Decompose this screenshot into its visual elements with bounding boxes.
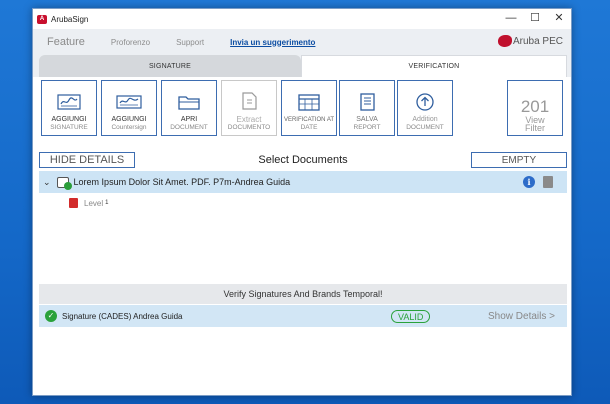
verification-date-label: VERIFICATION AT [283, 117, 335, 123]
extract-sublabel: DOCUMENTO [227, 124, 271, 131]
chevron-down-icon[interactable]: ⌄ [43, 177, 51, 188]
menu-bar: Feature Proforenzo Support Invia un sugg… [33, 29, 571, 55]
document-list: ⌄ Lorem Ipsum Dolor Sit Amet. PDF. P7m-A… [39, 171, 567, 273]
toolbar: AGGIUNGI SIGNATURE AGGIUNGI Countersign … [33, 77, 571, 141]
report-icon [360, 93, 375, 111]
countersign-label: AGGIUNGI [111, 116, 147, 123]
details-bar: HIDE DETAILS Select Documents EMPTY [39, 151, 567, 169]
extract-label: Extract [236, 115, 262, 124]
menu-preferences[interactable]: Proforenzo [111, 38, 150, 47]
pdf-icon [69, 198, 78, 208]
verification-date-sublabel: DATE [300, 124, 318, 131]
tab-bar: SIGNATURE VERIFICATION [33, 55, 571, 77]
show-details-link[interactable]: Show Details > [488, 311, 555, 322]
select-documents-title: Select Documents [258, 154, 348, 166]
countersign-icon [116, 95, 142, 109]
addition-sublabel: DOCUMENT [406, 124, 444, 131]
level-row[interactable]: Level 1 [39, 193, 567, 213]
extract-icon [242, 92, 257, 110]
signed-document-icon [56, 176, 72, 190]
minimize-button[interactable]: — [499, 9, 523, 29]
countersign-sublabel: Countersign [111, 124, 147, 131]
window-title: ArubaSign [51, 14, 89, 24]
close-button[interactable]: ✕ [547, 9, 571, 29]
valid-status-badge: VALID [391, 309, 431, 323]
verify-header: Verify Signatures And Brands Temporal! [39, 284, 567, 304]
arubasign-logo-icon: A [37, 14, 47, 24]
menu-feature[interactable]: Feature [47, 36, 85, 48]
maximize-button[interactable]: ☐ [523, 9, 547, 29]
signature-icon [57, 94, 81, 110]
open-document-button[interactable]: APRI DOCUMENT [161, 80, 217, 136]
aruba-logo-icon [497, 35, 512, 47]
level-label: Level [84, 198, 104, 208]
tab-signature[interactable]: SIGNATURE [39, 55, 301, 77]
tab-verification[interactable]: VERIFICATION [301, 55, 567, 77]
info-icon[interactable]: i [523, 176, 535, 188]
level-number: 1 [105, 200, 109, 206]
add-signature-label: AGGIUNGI [51, 116, 87, 123]
title-bar: A ArubaSign — ☐ ✕ [33, 9, 571, 29]
hide-details-button[interactable]: HIDE DETAILS [39, 152, 135, 168]
verification-at-date-button[interactable]: VERIFICATION AT DATE [281, 80, 337, 136]
open-sublabel: DOCUMENT [170, 124, 208, 131]
add-signature-sublabel: SIGNATURE [50, 124, 88, 131]
view-filter-button[interactable]: 201 View Filter [507, 80, 563, 136]
suggestion-link[interactable]: Invia un suggerimento [230, 38, 315, 47]
document-row[interactable]: ⌄ Lorem Ipsum Dolor Sit Amet. PDF. P7m-A… [39, 171, 567, 193]
document-name: Lorem Ipsum Dolor Sit Amet. PDF. P7m-And… [73, 177, 291, 187]
app-window: A ArubaSign — ☐ ✕ Feature Proforenzo Sup… [32, 8, 572, 396]
add-countersign-button[interactable]: AGGIUNGI Countersign [101, 80, 157, 136]
open-label: APRI [180, 116, 198, 123]
upload-arrow-icon [416, 93, 434, 111]
calendar-icon [298, 94, 320, 111]
addition-label: Addition [412, 116, 438, 123]
save-report-sublabel: REPORT [353, 124, 381, 131]
window-controls: — ☐ ✕ [499, 9, 571, 29]
save-report-button[interactable]: SALVA REPORT [339, 80, 395, 136]
add-document-button[interactable]: Addition DOCUMENT [397, 80, 453, 136]
details-panel [39, 329, 567, 393]
filter-label: Filter [525, 123, 545, 133]
check-circle-icon: ✓ [45, 310, 57, 322]
empty-button[interactable]: EMPTY [471, 152, 567, 168]
filter-count: 201 [520, 97, 550, 116]
extract-document-button[interactable]: Extract DOCUMENTO [221, 80, 277, 136]
brand-label: Aruba PEC [512, 35, 563, 47]
save-report-label: SALVA [356, 116, 378, 123]
folder-icon [178, 96, 200, 110]
trash-icon[interactable] [543, 176, 553, 188]
add-signature-button[interactable]: AGGIUNGI SIGNATURE [41, 80, 97, 136]
signature-row[interactable]: ✓ Signature (CADES) Andrea Guida VALID S… [39, 305, 567, 327]
signature-label: Signature (CADES) Andrea Guida [62, 311, 183, 321]
aruba-pec-logo: Aruba PEC [497, 35, 563, 47]
check-badge-icon [63, 181, 72, 190]
menu-support[interactable]: Support [176, 38, 204, 47]
